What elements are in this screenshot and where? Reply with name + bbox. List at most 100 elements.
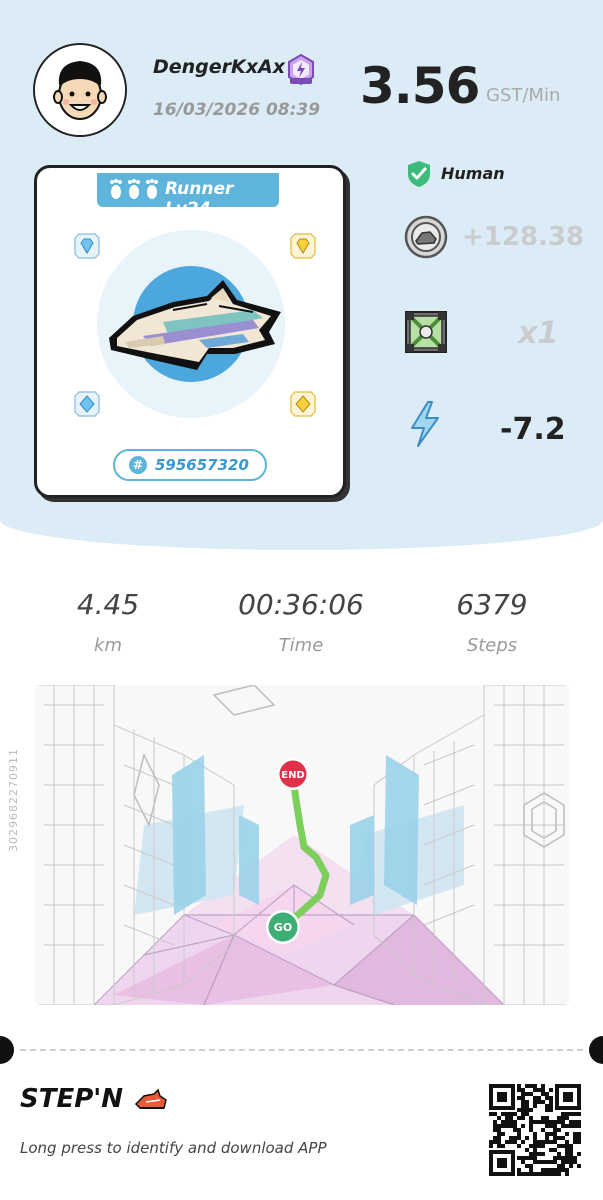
qr-module: [557, 1152, 561, 1156]
qr-module: [497, 1116, 501, 1120]
qr-module: [565, 1148, 569, 1152]
qr-module: [521, 1140, 525, 1144]
qr-module: [541, 1092, 545, 1096]
qr-module: [565, 1172, 569, 1176]
qr-module: [557, 1144, 561, 1148]
sneaker-type-level: Runner Lv24: [165, 179, 234, 219]
qr-code[interactable]: [489, 1084, 581, 1176]
qr-module: [521, 1104, 525, 1108]
qr-module: [541, 1168, 545, 1172]
qr-module: [517, 1084, 521, 1088]
qr-module: [525, 1172, 529, 1176]
workout-stats: 4.45 km 00:36:06 Time 6379 Steps: [0, 588, 603, 678]
qr-module: [517, 1108, 521, 1112]
qr-module: [529, 1144, 533, 1148]
sneaker-id-pill[interactable]: # 595657320: [113, 449, 267, 481]
qr-module: [553, 1128, 557, 1132]
share-card: DengerKxAx 16/03/2026 08:39 3.56 GST/Min…: [0, 0, 603, 1200]
route-start-label: GO: [274, 921, 292, 934]
qr-module: [513, 1128, 517, 1132]
qr-module: [565, 1124, 569, 1128]
qr-module: [561, 1116, 565, 1120]
qr-module: [525, 1136, 529, 1140]
qr-module: [533, 1100, 537, 1104]
qr-module: [521, 1108, 525, 1112]
qr-module: [577, 1112, 581, 1116]
qr-module: [565, 1152, 569, 1156]
qr-module: [521, 1160, 525, 1164]
qr-module: [545, 1108, 549, 1112]
qr-module: [549, 1168, 553, 1172]
qr-module: [541, 1172, 545, 1176]
qr-module: [521, 1096, 525, 1100]
time-value: 00:36:06: [238, 588, 364, 621]
gem-socket-yellow-icon: [289, 390, 317, 418]
sneaker-id-hash: #: [129, 456, 147, 474]
header-panel-curve: [0, 490, 603, 550]
qr-module: [501, 1132, 505, 1136]
earning-rate-unit: GST/Min: [486, 85, 561, 106]
qr-module: [513, 1124, 517, 1128]
qr-module: [549, 1124, 553, 1128]
qr-module: [541, 1160, 545, 1164]
qr-module: [545, 1116, 549, 1120]
qr-module: [517, 1168, 521, 1172]
qr-module: [545, 1104, 549, 1108]
side-code: 3029682270911: [7, 748, 20, 852]
qr-module: [521, 1124, 525, 1128]
qr-module: [521, 1156, 525, 1160]
qr-module: [517, 1132, 521, 1136]
qr-module: [497, 1136, 501, 1140]
qr-module: [521, 1112, 525, 1116]
qr-module: [573, 1124, 577, 1128]
qr-module: [553, 1140, 557, 1144]
qr-module: [533, 1084, 537, 1088]
qr-module: [533, 1172, 537, 1176]
qr-module: [501, 1124, 505, 1128]
qr-module: [529, 1116, 533, 1120]
qr-module: [517, 1116, 521, 1120]
qr-module: [541, 1116, 545, 1120]
qr-module: [529, 1168, 533, 1172]
qr-module: [501, 1144, 505, 1148]
qr-module: [533, 1132, 537, 1136]
ticket-notch-left: [0, 1036, 14, 1064]
qr-module: [553, 1168, 557, 1172]
sneaker-card[interactable]: Runner Lv24 # 595657320: [34, 165, 346, 498]
qr-module: [533, 1096, 537, 1100]
qr-module: [529, 1120, 533, 1124]
sneaker-logo-icon: [135, 1088, 167, 1109]
qr-module: [569, 1160, 573, 1164]
distance-value: 4.45: [76, 588, 140, 621]
qr-module: [577, 1124, 581, 1128]
qr-module: [497, 1140, 501, 1144]
qr-module: [505, 1124, 509, 1128]
qr-module: [541, 1100, 545, 1104]
avatar[interactable]: [33, 43, 127, 137]
gst-earned-value: +128.38: [462, 222, 585, 252]
qr-module: [489, 1144, 493, 1148]
qr-module: [549, 1132, 553, 1136]
qr-module: [565, 1156, 569, 1160]
qr-module: [525, 1156, 529, 1160]
qr-module: [533, 1120, 537, 1124]
qr-module: [573, 1112, 577, 1116]
qr-module: [541, 1152, 545, 1156]
qr-module: [549, 1096, 553, 1100]
ticket-notch-right: [589, 1036, 603, 1064]
stepn-logo: STEP'N: [20, 1084, 168, 1114]
qr-module: [561, 1168, 565, 1172]
qr-module: [537, 1172, 541, 1176]
qr-module: [561, 1160, 565, 1164]
qr-module: [493, 1140, 497, 1144]
qr-module: [565, 1144, 569, 1148]
qr-module: [525, 1112, 529, 1116]
qr-module: [529, 1172, 533, 1176]
qr-module: [545, 1120, 549, 1124]
qr-module: [545, 1172, 549, 1176]
qr-module: [561, 1156, 565, 1160]
qr-module: [569, 1156, 573, 1160]
route-map[interactable]: END GO: [34, 685, 570, 1005]
qr-module: [517, 1128, 521, 1132]
qr-module: [509, 1140, 513, 1144]
